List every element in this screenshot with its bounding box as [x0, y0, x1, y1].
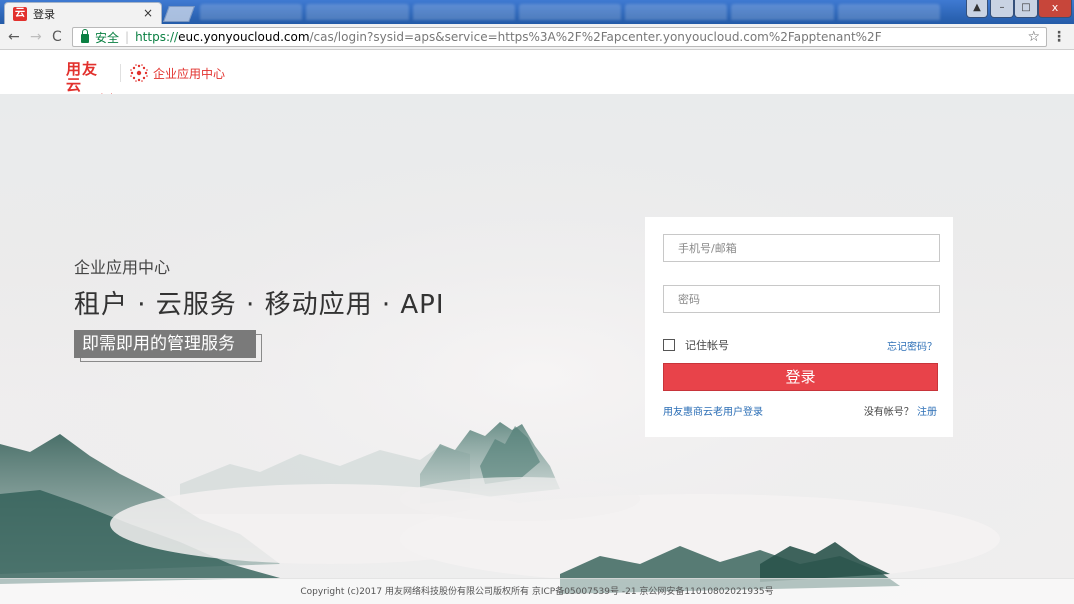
user-profile-button[interactable]: ▲	[966, 0, 988, 18]
url-divider: |	[125, 30, 130, 44]
background-tabs	[200, 4, 940, 22]
lock-icon[interactable]	[81, 29, 89, 43]
maximize-button[interactable]: □	[1014, 0, 1038, 18]
browser-toolbar: ← → C 安全 | https://euc.yonyoucloud.com/c…	[0, 24, 1074, 50]
browser-menu-icon[interactable]: ⋮	[1052, 28, 1066, 46]
tab-title: 登录	[33, 7, 55, 21]
window-close-button[interactable]: x	[1038, 0, 1072, 18]
app-center-icon	[130, 64, 148, 82]
no-account-label: 没有帐号？	[863, 407, 914, 418]
yonyou-favicon-icon: 云	[13, 6, 27, 21]
remember-label[interactable]: 记住帐号	[685, 337, 729, 353]
user-icon: ▲	[973, 2, 981, 13]
forgot-password-link[interactable]: 忘记密码？	[887, 338, 937, 353]
remember-checkbox[interactable]	[663, 339, 675, 351]
register-prompt: 没有帐号？ 注册	[864, 403, 937, 418]
username-input[interactable]	[663, 234, 940, 262]
back-arrow-icon[interactable]: ←	[8, 28, 20, 46]
hero-banner: 企业应用中心 租户 · 云服务 · 移动应用 · API 即需即用的管理服务 记…	[0, 94, 1074, 604]
hero-tag-text: 即需即用的管理服务	[74, 330, 256, 358]
copyright-footer: Copyright (c)2017 用友网络科技股份有限公司版权所有 京ICP备…	[0, 578, 1074, 604]
maximize-icon: □	[1021, 2, 1031, 13]
hero-headline: 租户 · 云服务 · 移动应用 · API	[74, 290, 445, 320]
new-tab-button[interactable]	[163, 6, 195, 22]
hero-kicker: 企业应用中心	[74, 258, 171, 277]
background-tab[interactable]	[412, 4, 515, 20]
background-tab[interactable]	[625, 4, 728, 20]
hero-tag: 即需即用的管理服务	[74, 330, 262, 362]
url-host: euc.yonyoucloud.com	[178, 30, 310, 44]
reload-icon[interactable]: C	[52, 28, 62, 46]
background-tab[interactable]	[731, 4, 834, 20]
login-form: 记住帐号 忘记密码？ 登录 用友惠商云老用户登录 没有帐号？ 注册	[645, 217, 953, 437]
forward-arrow-icon[interactable]: →	[30, 28, 42, 46]
background-tab[interactable]	[837, 4, 940, 20]
background-tab[interactable]	[518, 4, 622, 20]
address-bar[interactable]: 安全 | https://euc.yonyoucloud.com/cas/log…	[72, 27, 1047, 47]
brand-name: 用友云	[66, 60, 99, 94]
header-divider	[120, 64, 121, 82]
legacy-user-login-link[interactable]: 用友惠商云老用户登录	[663, 403, 763, 418]
password-input[interactable]	[663, 285, 940, 313]
app-center-title[interactable]: 企业应用中心	[153, 65, 225, 82]
register-link[interactable]: 注册	[917, 407, 937, 418]
bookmark-star-icon[interactable]: ☆	[1027, 28, 1040, 46]
site-header: 用友云 yonyoucloud 企业应用中心	[0, 51, 1074, 99]
url-text[interactable]: https://euc.yonyoucloud.com/cas/login?sy…	[135, 30, 882, 44]
minimize-icon: –	[999, 2, 1005, 13]
url-path: /cas/login?sysid=aps&service=https%3A%2F…	[309, 30, 882, 44]
url-scheme: https://	[135, 30, 179, 44]
background-tab[interactable]	[306, 4, 409, 20]
background-tab[interactable]	[200, 4, 303, 20]
tab-close-icon[interactable]: ×	[143, 6, 153, 20]
login-button[interactable]: 登录	[663, 363, 938, 391]
remember-account[interactable]: 记住帐号	[663, 337, 729, 353]
secure-label[interactable]: 安全	[95, 29, 119, 46]
tab-login[interactable]: 云 登录 ×	[4, 2, 162, 24]
browser-titlebar: 云 登录 × ▲ – □ x	[0, 0, 1074, 24]
minimize-button[interactable]: –	[990, 0, 1014, 18]
